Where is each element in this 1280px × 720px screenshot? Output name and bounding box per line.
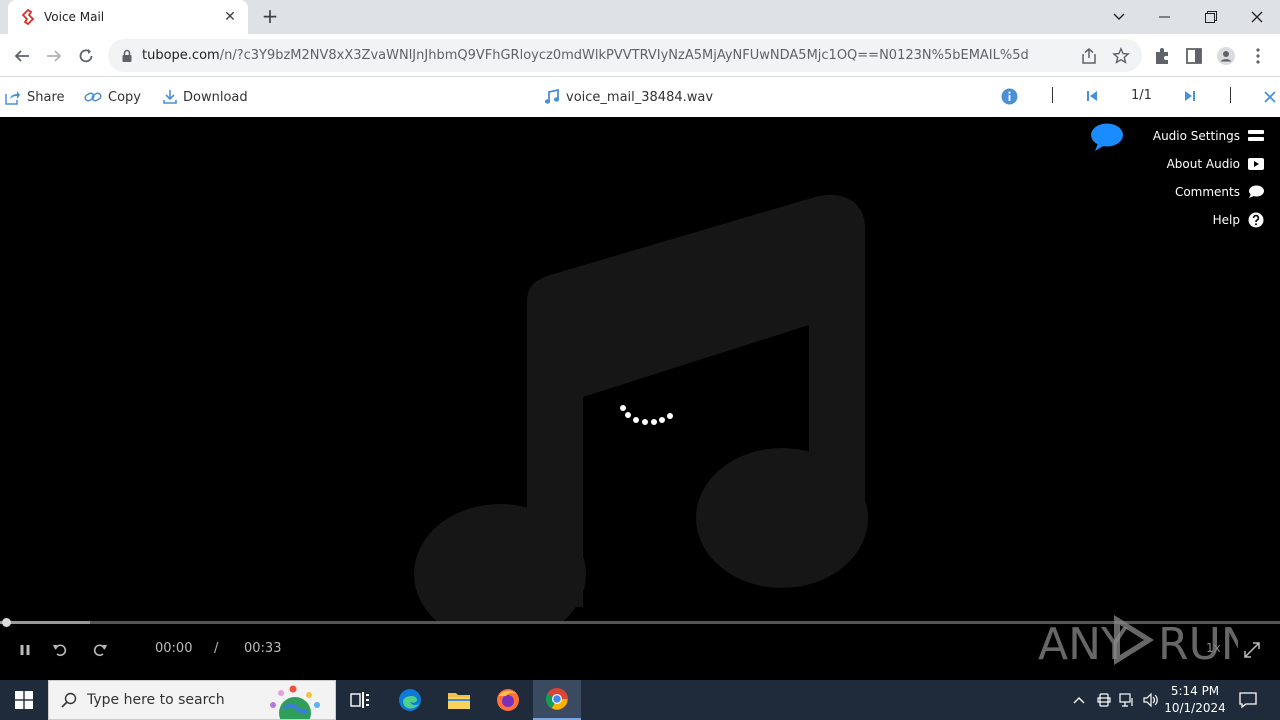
- url-text: tubope.com/n/?c3Y9bzM2NV8xX3ZvaWNlJnJhbm…: [142, 48, 1029, 63]
- extensions-icon[interactable]: [1152, 46, 1172, 66]
- file-name: voice_mail_38484.wav: [544, 87, 713, 107]
- audio-player[interactable]: Audio Settings About Audio Comments Help: [0, 117, 1280, 680]
- search-icon: [61, 692, 77, 708]
- tray-network-icon[interactable]: [1116, 680, 1138, 720]
- firefox-icon: [497, 689, 519, 711]
- minimize-button[interactable]: [1142, 0, 1188, 34]
- tray-overflow-button[interactable]: [1068, 680, 1090, 720]
- clock-time: 5:14 PM: [1170, 684, 1220, 698]
- task-view-button[interactable]: [336, 680, 384, 720]
- last-page-icon[interactable]: [1184, 90, 1196, 102]
- audio-settings-item[interactable]: Audio Settings: [1153, 122, 1264, 150]
- notification-icon: [1239, 692, 1257, 708]
- help-icon: [1248, 212, 1264, 228]
- player-side-menu: Audio Settings About Audio Comments Help: [1153, 122, 1264, 234]
- windows-taskbar: Type here to search 5:14 PM 10/1/2024: [0, 680, 1280, 720]
- separator: [1230, 87, 1231, 103]
- music-note-icon: [544, 89, 560, 104]
- info-icon[interactable]: [1001, 88, 1018, 105]
- loading-spinner-icon: [620, 405, 673, 425]
- separator: [1052, 87, 1053, 103]
- close-window-button[interactable]: [1234, 0, 1280, 34]
- time-separator: /: [214, 641, 219, 656]
- lock-icon: [122, 49, 132, 62]
- back-button[interactable]: [8, 42, 36, 70]
- duration: 00:33: [244, 641, 282, 656]
- browser-tabstrip: Voice Mail ✕ +: [0, 0, 1280, 34]
- edge-icon: [399, 689, 421, 711]
- speaker-icon: [1143, 693, 1158, 707]
- watermark-text-run: RUN: [1158, 619, 1238, 670]
- tray-device-icon[interactable]: [1094, 680, 1114, 720]
- rewind-icon: [53, 644, 67, 657]
- seek-handle[interactable]: [2, 618, 11, 627]
- chevron-up-icon: [1073, 697, 1085, 704]
- profile-avatar-icon[interactable]: [1216, 46, 1236, 66]
- restore-button[interactable]: [1188, 0, 1234, 34]
- windows-logo-icon: [15, 691, 33, 709]
- taskbar-search[interactable]: Type here to search: [48, 680, 336, 720]
- tab-search-icon[interactable]: [1096, 0, 1142, 34]
- clock-date: 10/1/2024: [1164, 701, 1226, 715]
- chat-bubble-icon[interactable]: [1090, 122, 1124, 152]
- tab-title: Voice Mail: [44, 10, 105, 24]
- search-highlight-globe-icon: [270, 685, 320, 719]
- share-icon: [5, 91, 20, 105]
- current-time: 00:00: [155, 641, 193, 656]
- link-icon: [84, 92, 102, 102]
- network-icon: [1119, 693, 1133, 707]
- anyrun-watermark: ANY RUN: [1038, 615, 1238, 670]
- task-view-icon: [350, 692, 369, 708]
- about-audio-item[interactable]: About Audio: [1153, 150, 1264, 178]
- fast-forward-icon: [93, 644, 107, 657]
- address-bar[interactable]: tubope.com/n/?c3Y9bzM2NV8xX3ZvaWNlJnJhbm…: [108, 39, 1142, 72]
- side-panel-icon[interactable]: [1184, 46, 1204, 66]
- taskbar-chrome[interactable]: [533, 680, 581, 720]
- forward-button[interactable]: [40, 42, 68, 70]
- first-page-icon[interactable]: [1086, 90, 1098, 102]
- taskbar-clock[interactable]: 5:14 PM 10/1/2024: [1160, 683, 1230, 717]
- copy-button[interactable]: Copy: [84, 87, 141, 107]
- screen: Voice Mail ✕ + tubope.com/n/?c3Y9bzM2NV8…: [0, 0, 1280, 720]
- tab-favicon-icon: [21, 9, 35, 25]
- download-icon: [163, 90, 177, 104]
- notifications-button[interactable]: [1234, 680, 1262, 720]
- tab-close-icon[interactable]: ✕: [220, 7, 240, 27]
- device-icon: [1097, 693, 1111, 707]
- taskbar-file-explorer[interactable]: [435, 680, 483, 720]
- chrome-icon: [545, 688, 568, 710]
- folder-icon: [448, 693, 470, 709]
- share-button[interactable]: Share: [5, 87, 65, 107]
- pause-button[interactable]: [14, 639, 36, 661]
- fullscreen-button[interactable]: [1241, 639, 1263, 661]
- browser-toolbar: tubope.com/n/?c3Y9bzM2NV8xX3ZvaWNlJnJhbm…: [0, 34, 1280, 77]
- close-viewer-icon[interactable]: [1264, 91, 1276, 103]
- buffer-bar: [0, 621, 90, 624]
- new-tab-button[interactable]: +: [258, 6, 282, 28]
- bookmark-star-icon[interactable]: [1112, 47, 1130, 65]
- search-placeholder: Type here to search: [87, 692, 225, 708]
- download-button[interactable]: Download: [163, 87, 248, 107]
- share-page-icon[interactable]: [1080, 47, 1098, 65]
- settings-bars-icon: [1248, 130, 1264, 141]
- taskbar-edge[interactable]: [386, 680, 434, 720]
- help-item[interactable]: Help: [1153, 206, 1264, 234]
- viewer-header: Share Copy Download voice_mail_38484.wav: [0, 77, 1280, 117]
- tray-volume-icon[interactable]: [1140, 680, 1162, 720]
- more-menu-icon[interactable]: [1248, 46, 1268, 66]
- rewind-button[interactable]: [49, 639, 71, 661]
- pause-icon: [20, 645, 30, 655]
- fullscreen-icon: [1244, 642, 1260, 658]
- comment-icon: [1249, 185, 1264, 198]
- taskbar-firefox[interactable]: [484, 680, 532, 720]
- start-button[interactable]: [0, 680, 48, 720]
- watermark-play-icon: [1114, 615, 1154, 665]
- forward-skip-button[interactable]: [89, 639, 111, 661]
- reload-button[interactable]: [72, 42, 100, 70]
- play-box-icon: [1248, 158, 1264, 170]
- page-indicator: 1/1: [1131, 88, 1152, 103]
- playback-speed[interactable]: 1x: [1206, 641, 1221, 655]
- browser-tab[interactable]: Voice Mail ✕: [8, 0, 248, 34]
- comments-item[interactable]: Comments: [1153, 178, 1264, 206]
